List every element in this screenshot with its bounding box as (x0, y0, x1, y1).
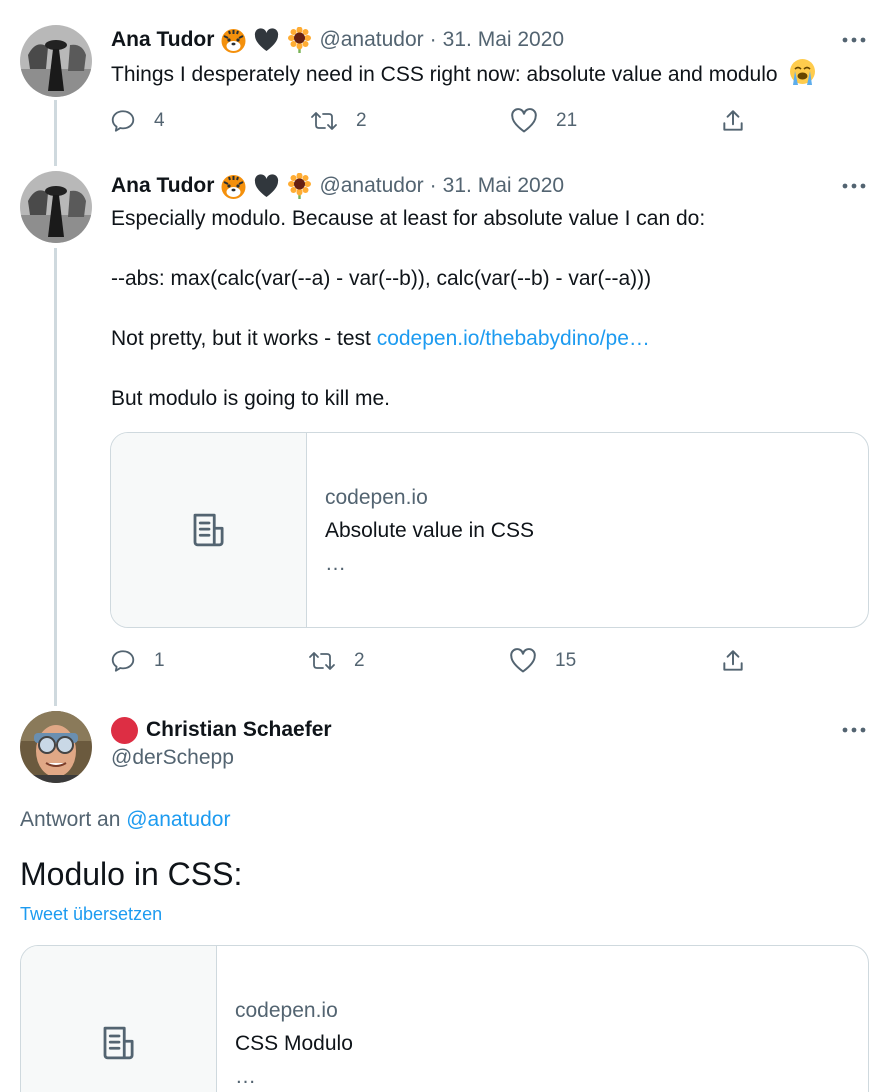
retweet-count: 2 (356, 110, 367, 131)
tweet-text-content: Things I desperately need in CSS right n… (111, 63, 778, 86)
reply-icon (111, 110, 135, 132)
retweet-button[interactable]: 2 (308, 646, 365, 676)
avatar-ana-tudor[interactable] (20, 25, 92, 97)
tweet-date[interactable]: 31. Mai 2020 (443, 28, 564, 52)
reply-button[interactable]: 1 (110, 646, 165, 676)
reply-text: Modulo in CSS: (20, 856, 243, 892)
tweet-actions: 4 2 21 (110, 106, 750, 136)
replying-to: Antwort an @anatudor (20, 808, 230, 832)
like-count: 21 (556, 110, 578, 131)
article-icon (103, 1026, 134, 1060)
share-button[interactable] (720, 646, 746, 676)
author-handle[interactable]: @anatudor (319, 174, 423, 198)
tweet-header: Ana Tudor @anatudor · 31. Mai 2020 (111, 172, 564, 200)
separator-dot: · (429, 174, 437, 197)
codepen-link[interactable]: codepen.io/thebabydino/pe… (377, 327, 650, 350)
reply-count: 4 (154, 110, 165, 131)
tweet-text-line-3-content: Not pretty, but it works - test (111, 327, 377, 350)
author-handle[interactable]: @anatudor (319, 28, 423, 52)
retweet-count: 2 (354, 650, 365, 671)
tweet-text-line-3: Not pretty, but it works - test codepen.… (111, 324, 650, 354)
retweet-icon (309, 652, 335, 670)
tweet-header: Ana Tudor @anatudor · 31. Mai 2020 (111, 26, 564, 54)
more-options-icon[interactable] (842, 174, 866, 198)
author-name[interactable]: Ana Tudor (111, 28, 214, 52)
card-description: … (325, 551, 346, 575)
tiger-face-icon (220, 173, 247, 200)
card-text: codepen.io Absolute value in CSS … (307, 433, 534, 627)
tweet-text-line-4: But modulo is going to kill me. (111, 387, 390, 410)
reply-author: Christian Schaefer (111, 716, 332, 744)
thread-connector-2 (54, 248, 57, 706)
translate-tweet-link[interactable]: Tweet übersetzen (20, 904, 162, 925)
share-button[interactable] (720, 106, 746, 136)
sunflower-icon (286, 172, 313, 200)
card-domain: codepen.io (325, 485, 428, 509)
like-count: 15 (555, 650, 577, 671)
heart-icon (510, 648, 536, 673)
author-handle[interactable]: @derSchepp (111, 746, 234, 770)
share-icon (723, 650, 743, 671)
author-name[interactable]: Ana Tudor (111, 174, 214, 198)
tweet-text-line-1: Especially modulo. Because at least for … (111, 207, 706, 230)
heart-icon (511, 108, 537, 133)
retweet-button[interactable]: 2 (310, 106, 367, 136)
avatar-ana-tudor[interactable] (20, 171, 92, 243)
avatar-christian-schaefer[interactable] (20, 711, 92, 783)
author-name[interactable]: Christian Schaefer (146, 718, 332, 742)
share-icon (723, 110, 743, 131)
sunflower-icon (286, 26, 313, 54)
replying-to-label: Antwort an (20, 808, 127, 831)
tweet-date[interactable]: 31. Mai 2020 (443, 174, 564, 198)
tweet-actions: 1 2 15 (110, 646, 750, 676)
more-options-icon[interactable] (842, 718, 866, 742)
card-media (21, 946, 217, 1092)
thread-connector-1 (54, 100, 57, 166)
replying-to-handle[interactable]: @anatudor (126, 808, 230, 831)
card-media (111, 433, 307, 627)
black-heart-icon (253, 173, 280, 200)
reply-icon (111, 650, 135, 672)
like-button[interactable]: 15 (509, 646, 576, 676)
red-circle-icon (111, 716, 138, 744)
retweet-icon (311, 112, 337, 130)
card-domain: codepen.io (235, 998, 338, 1022)
card-title: CSS Modulo (235, 1031, 353, 1055)
like-button[interactable]: 21 (510, 106, 577, 136)
card-text: codepen.io CSS Modulo … (217, 946, 353, 1092)
link-card[interactable]: codepen.io CSS Modulo … (20, 945, 869, 1092)
card-description: … (235, 1064, 256, 1088)
tweet-text: Things I desperately need in CSS right n… (111, 58, 816, 90)
separator-dot: · (429, 28, 437, 51)
link-card[interactable]: codepen.io Absolute value in CSS … (110, 432, 869, 628)
tweet-text-line-2: --abs: max(calc(var(--a) - var(--b)), ca… (111, 267, 652, 290)
article-icon (193, 513, 224, 547)
tiger-face-icon (220, 27, 247, 54)
card-title: Absolute value in CSS (325, 518, 534, 542)
loudly-crying-face-icon (789, 58, 816, 85)
black-heart-icon (253, 27, 280, 54)
reply-button[interactable]: 4 (110, 106, 165, 136)
more-options-icon[interactable] (842, 28, 866, 52)
reply-count: 1 (154, 650, 165, 671)
